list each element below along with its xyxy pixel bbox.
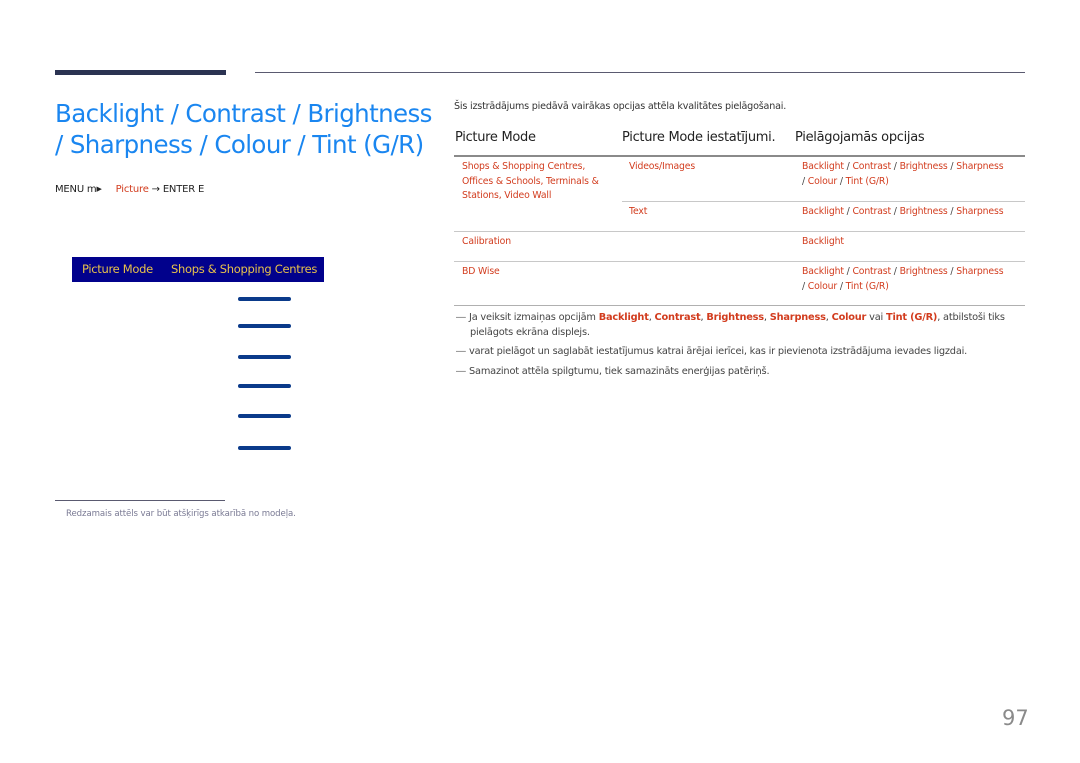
table-row-setting: Videos/Images	[629, 161, 696, 172]
page-title-line-2: / Sharpness / Colour / Tint (G/R)	[55, 130, 424, 159]
table-row-options: Backlight / Contrast / Brightness / Shar…	[802, 161, 1004, 187]
table-header-options: Pielāgojamās opcijas	[795, 130, 925, 145]
table-row-rule	[622, 201, 1025, 202]
intro-text: Šis izstrādājums piedāvā vairākas opcija…	[454, 101, 787, 112]
osd-picture-mode-bar: Picture Mode Shops & Shopping Centres	[72, 257, 324, 282]
osd-slider-line	[238, 384, 291, 388]
page-title: Backlight / Contrast / Brightness / Shar…	[55, 98, 432, 160]
osd-slider-line	[238, 297, 291, 301]
note-dash-icon: ―	[456, 312, 466, 323]
osd-label: Picture Mode	[82, 262, 153, 276]
menu-path: MENU m▶ Picture → ENTER E	[55, 184, 204, 195]
note-2: ― varat pielāgot un saglabāt iestatījumus…	[456, 345, 967, 360]
page-title-line-1: Backlight / Contrast / Brightness	[55, 99, 432, 128]
enter-key: ENTER E	[162, 184, 205, 195]
osd-value: Shops & Shopping Centres	[171, 262, 318, 276]
header-divider	[255, 72, 1025, 73]
section-accent-bar	[55, 70, 226, 75]
table-row-options: Backlight / Contrast / Brightness / Shar…	[802, 206, 1004, 217]
note-3: ― Samazinot attēla spilgtumu, tiek samazi…	[456, 365, 770, 380]
table-header-rule	[454, 155, 1025, 157]
table-row-mode: Calibration	[462, 236, 511, 247]
menu-key: MENU m	[55, 184, 97, 195]
table-row-rule	[454, 261, 1025, 262]
table-bottom-rule	[454, 305, 1025, 306]
table-header-settings: Picture Mode iestatījumi.	[622, 130, 776, 145]
osd-slider-line	[238, 355, 291, 359]
note-1: ― Ja veiksit izmaiņas opcijām Backlight, …	[456, 312, 1005, 338]
footnote-divider	[55, 500, 225, 501]
table-row-setting: Text	[629, 206, 648, 217]
osd-slider-line	[238, 446, 291, 450]
note-dash-icon: ―	[456, 366, 466, 377]
note-dash-icon: ―	[456, 346, 466, 357]
table-header-picture-mode: Picture Mode	[455, 130, 536, 145]
table-row-mode: Shops & Shopping Centres, Offices & Scho…	[462, 161, 599, 201]
table-row-mode: BD Wise	[462, 266, 500, 277]
image-footnote: Redzamais attēls var būt atšķirīgs atkar…	[66, 509, 296, 519]
table-row-options: Backlight / Contrast / Brightness / Shar…	[802, 266, 1004, 292]
table-row-rule	[454, 231, 1025, 232]
menu-arrow-icon: ▶	[96, 185, 102, 193]
osd-slider-line	[238, 414, 291, 418]
table-row-options: Backlight	[802, 236, 844, 247]
menu-picture-link[interactable]: Picture	[116, 184, 149, 195]
arrow-right-icon: →	[151, 184, 160, 195]
page-number: 97	[1002, 706, 1029, 730]
osd-slider-line	[238, 324, 291, 328]
